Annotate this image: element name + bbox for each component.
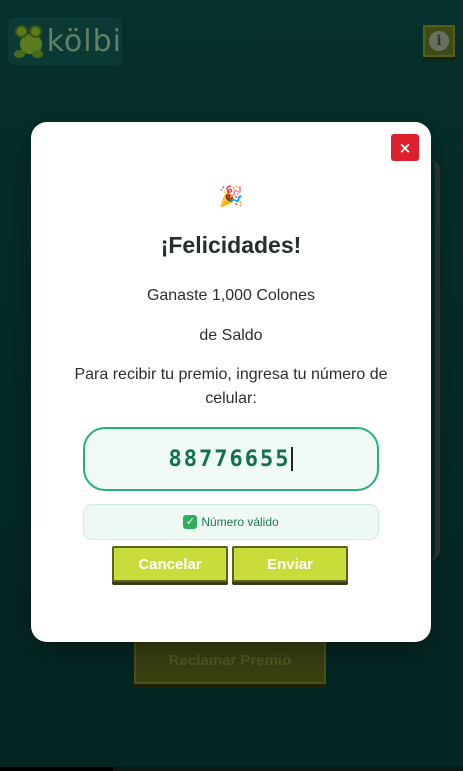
prize-amount-text: Ganaste 1,000 Colones [146, 287, 316, 304]
validation-message: ✓ Número válido [83, 504, 379, 540]
check-icon: ✓ [183, 515, 198, 529]
prize-type-text: de Saldo [199, 327, 263, 344]
logo-text: kölbi [46, 23, 122, 59]
text-caret [291, 447, 294, 471]
party-popper-icon: 🎉 [218, 184, 244, 208]
instruction-text: Para recibir tu premio, ingresa tu númer… [74, 366, 388, 407]
bottom-bar [0, 767, 463, 771]
prize-modal: × 🎉 ¡Felicidades! Ganaste 1,000 Colones … [31, 122, 431, 642]
phone-number-input[interactable]: 88776655 [83, 427, 379, 491]
close-button[interactable]: × [391, 134, 419, 161]
claim-prize-button[interactable]: Reclamar Premio [134, 636, 326, 684]
validation-text: Número válido [201, 515, 279, 529]
info-button[interactable]: i [423, 25, 455, 57]
info-icon: i [429, 31, 449, 51]
frog-icon [14, 24, 43, 58]
cancel-button[interactable]: Cancelar [112, 546, 228, 582]
phone-number-value: 88776655 [168, 446, 291, 472]
modal-title: ¡Felicidades! [160, 232, 302, 258]
kolbi-logo: kölbi [8, 17, 122, 65]
send-button[interactable]: Enviar [232, 546, 348, 582]
